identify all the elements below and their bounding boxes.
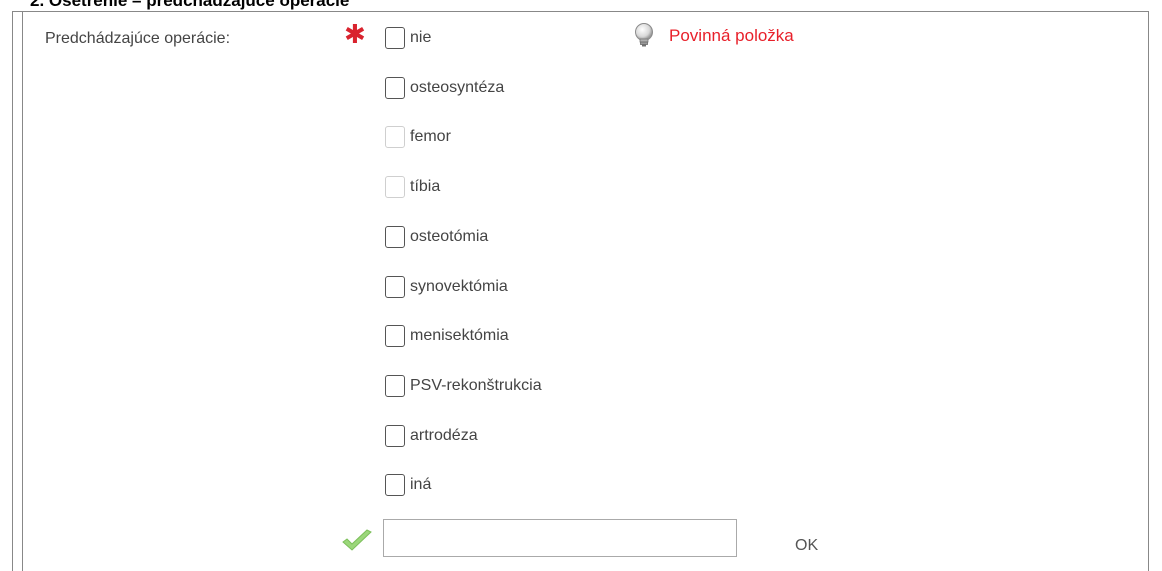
option-label: osteosyntéza	[410, 79, 505, 96]
option-row[interactable]: femor	[385, 125, 451, 149]
ok-button[interactable]: OK	[795, 537, 818, 555]
option-label: nie	[410, 29, 432, 46]
field-label: Predchádzajúce operácie:	[45, 30, 231, 47]
checkbox[interactable]	[385, 27, 405, 49]
option-row[interactable]: menisektómia	[385, 324, 509, 348]
checkbox[interactable]	[385, 226, 405, 248]
checkbox[interactable]	[385, 276, 405, 298]
lightbulb-icon	[635, 23, 653, 47]
option-row[interactable]: synovektómia	[385, 275, 508, 299]
option-row[interactable]: nie	[385, 26, 431, 50]
option-label: iná	[410, 476, 432, 493]
form-frame	[12, 11, 1149, 571]
option-row[interactable]: tíbia	[385, 175, 440, 199]
option-row[interactable]: osteosyntéza	[385, 76, 504, 100]
checkbox[interactable]	[385, 77, 405, 99]
option-label: menisektómia	[410, 327, 509, 344]
required-hint: Povinná položka	[669, 26, 794, 45]
checkmark-icon	[342, 529, 372, 551]
frame-divider	[22, 11, 23, 571]
option-label: osteotómia	[410, 228, 489, 245]
checkbox[interactable]	[385, 375, 405, 397]
option-label: synovektómia	[410, 278, 508, 295]
option-row[interactable]: PSV-rekonštrukcia	[385, 374, 542, 398]
checkbox	[385, 126, 405, 148]
option-label: femor	[410, 128, 451, 145]
option-label: PSV-rekonštrukcia	[410, 377, 542, 394]
option-label: tíbia	[410, 178, 441, 195]
checkbox	[385, 176, 405, 198]
section-title: 2. Ošetrenie – predchádzajúce operácie	[30, 0, 350, 10]
option-row[interactable]: osteotómia	[385, 225, 488, 249]
other-operation-input[interactable]	[383, 519, 737, 557]
option-label: artrodéza	[410, 427, 478, 444]
checkbox[interactable]	[385, 425, 405, 447]
option-row[interactable]: artrodéza	[385, 424, 478, 448]
checkbox[interactable]	[385, 474, 405, 496]
required-asterisk-icon: ✱	[344, 19, 366, 49]
option-row[interactable]: iná	[385, 473, 431, 497]
checkbox[interactable]	[385, 325, 405, 347]
